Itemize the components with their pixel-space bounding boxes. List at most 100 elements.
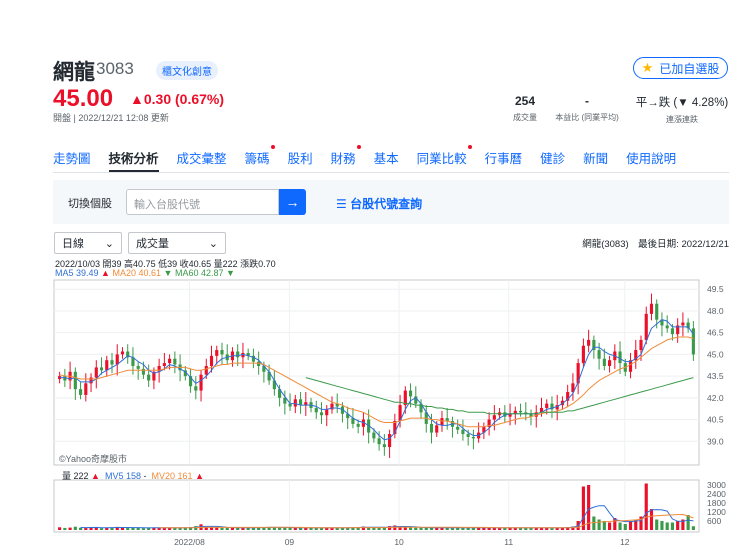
candle-body (388, 434, 392, 448)
volume-bar (597, 519, 601, 530)
candle-body (293, 399, 297, 407)
volume-bar (141, 528, 145, 530)
candle-body (461, 429, 465, 435)
candle-body (194, 386, 198, 391)
mv20-legend: MV20 161 (151, 471, 193, 481)
candle-body (314, 407, 318, 413)
volume-bar (126, 528, 130, 530)
price-tick-label: 45.0 (707, 349, 724, 359)
candle-body (162, 363, 166, 366)
candle-body (136, 365, 140, 369)
candle-body (325, 409, 329, 416)
candle-body (581, 345, 585, 364)
price-tick-label: 48.0 (707, 306, 724, 316)
candle-body (84, 383, 88, 395)
volume-bar (649, 509, 654, 530)
volume-bar (450, 528, 455, 530)
candle-body (220, 350, 224, 355)
candle-body (110, 360, 114, 365)
candle-body (382, 444, 386, 448)
candle-body (356, 423, 360, 427)
volume-tick-label: 600 (707, 516, 721, 526)
volume-bar (73, 526, 77, 530)
volume-bar (581, 486, 585, 530)
candle-body (670, 328, 675, 335)
volume-bar (225, 527, 229, 530)
candle-body (518, 410, 523, 413)
volume-bar (63, 527, 67, 530)
candle-body (492, 415, 496, 420)
volume-bar (58, 527, 62, 530)
candle-body (456, 426, 460, 430)
volume-bar (68, 527, 72, 530)
candle-body (73, 371, 77, 390)
candle-body (120, 351, 125, 355)
volume-bar (419, 527, 423, 530)
candle-body (89, 377, 93, 384)
mv5-legend: MV5 158 (104, 471, 142, 481)
volume-bar (283, 527, 287, 530)
volume-bar (686, 515, 690, 530)
candle-body (681, 322, 685, 326)
candle-body (655, 303, 659, 320)
volume-bar (665, 522, 669, 530)
volume-bar (99, 528, 104, 530)
watermark: ©Yahoo奇摩股市 (59, 453, 127, 464)
volume-bar (408, 527, 413, 530)
volume-bar (670, 522, 675, 530)
up-arrow-icon: ▲ (195, 471, 204, 481)
candle-body (608, 360, 612, 366)
price-panel (53, 279, 700, 466)
time-tick-label: 2022/08 (174, 537, 205, 547)
price-tick-label: 46.5 (707, 328, 724, 338)
time-tick-label: 10 (394, 537, 404, 547)
candle-body (377, 438, 381, 445)
candle-body (639, 339, 643, 351)
candle-body (236, 351, 240, 358)
volume-legend: 量 222 ▲ MV5 158 - MV20 161 ▲ (62, 471, 204, 481)
up-arrow-icon: ▲ (91, 471, 100, 481)
candle-body (408, 390, 413, 397)
volume-bar (424, 527, 428, 530)
volume-bar (220, 527, 224, 530)
volume-bar (623, 524, 627, 530)
price-tick-label: 49.5 (707, 284, 724, 294)
candle-body (147, 374, 151, 381)
candle-body (209, 355, 214, 366)
candle-body (602, 358, 606, 366)
volume-bar (660, 521, 664, 530)
candle-body (94, 367, 98, 378)
volume-bar (293, 528, 297, 530)
candle-body (597, 350, 601, 359)
candle-body (429, 423, 434, 433)
volume-bar (78, 527, 83, 530)
volume-bar (319, 528, 324, 530)
time-tick-label: 09 (285, 537, 295, 547)
candle-body (78, 389, 83, 395)
volume-bar (162, 528, 166, 530)
candle-body (105, 360, 109, 371)
volume-bar (498, 528, 502, 530)
price-tick-label: 39.0 (707, 436, 724, 446)
volume-total: 量 222 (62, 471, 89, 481)
candle-body (204, 365, 208, 375)
volume-bar (241, 528, 245, 530)
candle-body (173, 358, 177, 365)
candle-body (99, 367, 104, 371)
volume-bar (230, 527, 235, 530)
volume-bar (628, 521, 633, 530)
candle-body (168, 358, 172, 364)
time-tick-label: 11 (504, 537, 513, 547)
candle-body (372, 432, 376, 439)
candle-body (440, 418, 444, 426)
candle-body (319, 412, 324, 416)
candle-body (199, 374, 203, 391)
candle-body (649, 303, 654, 314)
volume-bar (691, 526, 695, 530)
volume-bar (545, 528, 549, 530)
candle-body (466, 434, 470, 437)
candle-body (435, 425, 439, 433)
price-tick-label: 40.5 (707, 415, 724, 425)
volume-bar (618, 522, 622, 530)
candle-body (215, 350, 219, 356)
